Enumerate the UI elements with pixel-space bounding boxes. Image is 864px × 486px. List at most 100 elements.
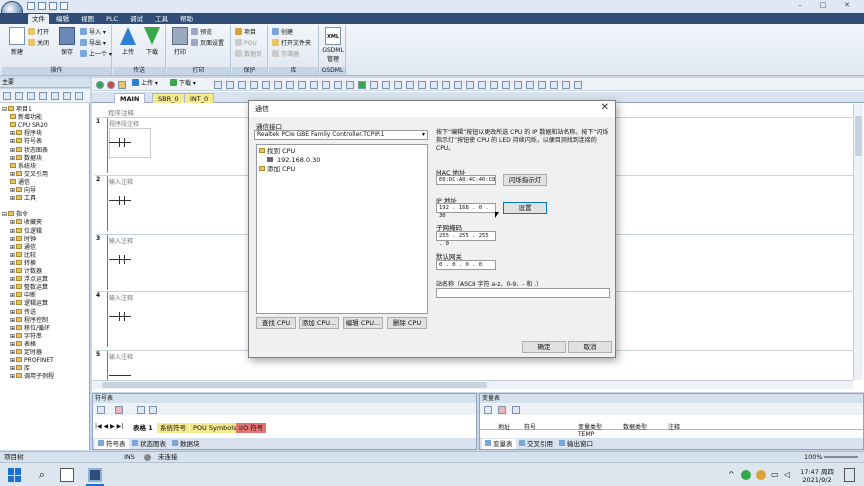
tab-debug[interactable]: 调试 (126, 14, 147, 24)
search-icon[interactable]: ⌕ (35, 468, 49, 482)
editor-download-button[interactable]: 下载 ▾ (170, 79, 196, 89)
tree-item[interactable]: ⊞ 字符串 (10, 332, 42, 341)
toolbar-tool-icon[interactable] (274, 81, 282, 89)
tree-item[interactable]: ⊞ 通信 (10, 243, 36, 252)
set-button[interactable]: 设置 (503, 202, 547, 214)
tree-item[interactable]: 系统块 (10, 162, 36, 171)
previous-button[interactable]: 上一个 ▾ (80, 50, 112, 60)
toolbar-tool-icon[interactable] (406, 81, 414, 89)
blink-led-button[interactable]: 闪烁指示灯 (503, 174, 547, 186)
editor-horizontal-scrollbar[interactable] (92, 380, 853, 389)
toolbar-tool-icon[interactable] (370, 81, 378, 89)
table-tool-icon[interactable] (484, 406, 492, 414)
toolbar-tool-icon[interactable] (430, 81, 438, 89)
scroll-thumb[interactable] (855, 116, 862, 156)
scroll-thumb[interactable] (102, 382, 487, 388)
tree-item[interactable]: ⊞ 数据块 (10, 154, 42, 163)
toolbar-tool-icon[interactable] (562, 81, 570, 89)
toolbar-tool-icon[interactable] (226, 81, 234, 89)
tree-item[interactable]: ⊞ 计数器 (10, 268, 42, 276)
memory-button[interactable]: 存储器 (272, 50, 299, 60)
tree-item[interactable]: ⊞ 移位/循环 (10, 324, 50, 333)
expand-icon[interactable]: ⊞ (10, 349, 15, 356)
tree-item[interactable]: 通信 (10, 178, 30, 187)
expand-icon[interactable]: ⊞ (10, 236, 15, 243)
tray-app-icon[interactable] (756, 470, 766, 480)
tree-tool-icon[interactable] (15, 92, 23, 100)
tree-tool-icon[interactable] (27, 92, 35, 100)
expand-icon[interactable]: ⊞ (10, 317, 15, 324)
toolbar-tool-icon[interactable] (238, 81, 246, 89)
go-icon[interactable] (358, 81, 366, 89)
tree-item[interactable]: ⊞ 程序控制 (10, 316, 48, 325)
protect-data-page-button[interactable]: 数据页 (235, 50, 262, 60)
expand-icon[interactable]: ⊞ (10, 357, 15, 364)
tree-item[interactable]: ⊞ 符号表 (10, 138, 42, 146)
volume-icon[interactable]: ◁ (784, 468, 798, 482)
toolbar-tool-icon[interactable] (526, 81, 534, 89)
tree-tool-icon[interactable] (63, 92, 71, 100)
tree-tool-icon[interactable] (39, 92, 47, 100)
tab-help[interactable]: 帮助 (176, 14, 197, 24)
compile-icon[interactable] (118, 81, 126, 89)
tab-sbr0[interactable]: SBR_0 (152, 93, 185, 103)
toolbar-tool-icon[interactable] (550, 81, 558, 89)
add-cpu-node[interactable]: 添加 CPU (259, 165, 295, 173)
toolbar-tool-icon[interactable] (574, 81, 582, 89)
maximize-button[interactable]: □ (818, 1, 828, 9)
station-name-field[interactable] (436, 288, 610, 298)
expand-icon[interactable]: ⊞ (10, 365, 15, 372)
toolbar-tool-icon[interactable] (538, 81, 546, 89)
tree-item[interactable]: ⊞ 收藏夹 (10, 219, 42, 227)
expand-icon[interactable]: ⊞ (10, 284, 15, 291)
tree-item[interactable]: ⊞ 向导 (10, 187, 36, 195)
protect-pou-button[interactable]: POU (235, 39, 257, 49)
subnet-field[interactable]: 255 . 255 . 255 . 0 (436, 231, 496, 247)
collapse-icon[interactable]: ⊟ (2, 106, 7, 113)
tree-item[interactable]: ⊞ 工具 (10, 195, 36, 203)
page-setup-button[interactable]: 页面设置 (191, 39, 224, 49)
table-tool-icon[interactable] (149, 406, 157, 414)
gateway-field[interactable]: 0 . 0 . 0 . 0 (436, 260, 496, 270)
tree-item[interactable]: ⊞ 交叉引用 (10, 170, 48, 179)
toolbar-tool-icon[interactable] (394, 81, 402, 89)
tree-tool-icon[interactable] (51, 92, 59, 100)
save-button[interactable]: 保存 (54, 27, 80, 56)
toolbar-tool-icon[interactable] (214, 81, 222, 89)
start-icon[interactable] (8, 468, 22, 482)
expand-icon[interactable]: ⊞ (10, 325, 15, 332)
tree-item[interactable]: ⊞ 比较 (10, 251, 36, 260)
toolbar-tool-icon[interactable] (466, 81, 474, 89)
mac-field[interactable]: E0:DC:A0:4C:40:C8 (436, 175, 496, 185)
notification-icon[interactable] (844, 468, 855, 482)
tab-symbol-table[interactable]: 符号表 (95, 439, 129, 449)
tree-item[interactable]: ⊞ 表格 (10, 340, 36, 349)
tab-int0[interactable]: INT_0 (184, 93, 215, 103)
expand-icon[interactable]: ⊞ (10, 300, 15, 307)
toolbar-tool-icon[interactable] (442, 81, 450, 89)
toolbar-tool-icon[interactable] (346, 81, 354, 89)
stop-icon[interactable] (107, 81, 115, 89)
new-quick-icon[interactable] (27, 2, 35, 10)
print-quick-icon[interactable] (60, 2, 68, 10)
toolbar-tool-icon[interactable] (322, 81, 330, 89)
expand-icon[interactable]: ⊞ (10, 195, 15, 202)
upload-button[interactable]: 上传 (115, 27, 141, 56)
run-icon[interactable] (96, 81, 104, 89)
expand-icon[interactable]: ⊞ (10, 219, 15, 226)
tab-view[interactable]: 视图 (77, 14, 98, 24)
import-button[interactable]: 导入 ▾ (80, 28, 106, 38)
expand-icon[interactable]: ⊞ (10, 155, 15, 162)
expand-icon[interactable]: ⊞ (10, 333, 15, 340)
tree-item[interactable]: ⊞ PROFINET (10, 357, 54, 365)
new-button[interactable]: 新建 (4, 27, 30, 56)
toolbar-tool-icon[interactable] (334, 81, 342, 89)
close-window-button[interactable]: ✕ (842, 1, 852, 9)
delete-cpu-button[interactable]: 删除 CPU (387, 317, 427, 329)
toolbar-tool-icon[interactable] (514, 81, 522, 89)
toolbar-tool-icon[interactable] (310, 81, 318, 89)
tab-output-window[interactable]: 输出窗口 (556, 439, 596, 449)
open-button[interactable]: 打开 (28, 28, 49, 38)
tray-app-icon[interactable] (741, 470, 751, 480)
ok-button[interactable]: 确定 (522, 341, 566, 353)
